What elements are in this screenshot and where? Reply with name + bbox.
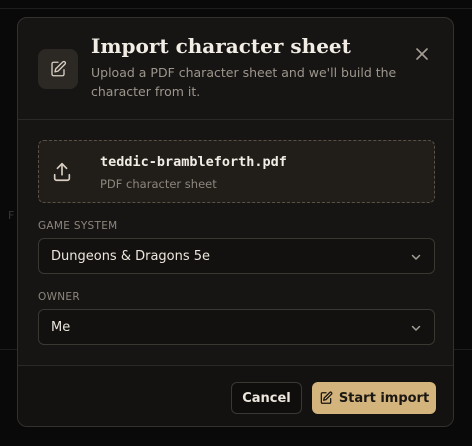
dialog-title: Import character sheet	[91, 34, 351, 58]
start-import-label: Start import	[338, 390, 430, 406]
dialog-header: Import character sheet Upload a PDF char…	[18, 18, 453, 119]
start-import-button[interactable]: Start import	[312, 382, 436, 414]
game-system-value: Dungeons & Dragons 5e	[51, 249, 211, 264]
owner-value: Me	[51, 320, 71, 335]
upload-icon	[53, 162, 71, 182]
edit-document-icon	[320, 391, 333, 404]
edit-document-icon	[51, 60, 67, 77]
owner-label: OWNER	[38, 291, 80, 303]
chevron-down-icon	[411, 254, 421, 260]
owner-select[interactable]: Me	[38, 309, 435, 345]
dialog-subtitle: Upload a PDF character sheet and we'll b…	[91, 65, 397, 99]
file-dropzone[interactable]: teddic-brambleforth.pdf PDF character sh…	[38, 140, 435, 203]
header-divider	[18, 119, 453, 120]
import-dialog: Import character sheet Upload a PDF char…	[17, 17, 454, 427]
backdrop-divider	[0, 8, 472, 9]
dialog-footer: Cancel Start import	[18, 366, 453, 426]
close-icon	[416, 48, 428, 60]
close-button[interactable]	[410, 42, 434, 66]
header-icon-tile	[38, 49, 78, 89]
game-system-select[interactable]: Dungeons & Dragons 5e	[38, 238, 435, 274]
chevron-down-icon	[411, 325, 421, 331]
file-name: teddic-brambleforth.pdf	[100, 154, 287, 170]
cancel-button[interactable]: Cancel	[231, 382, 302, 414]
file-description: PDF character sheet	[100, 177, 217, 191]
game-system-label: GAME SYSTEM	[38, 220, 118, 232]
